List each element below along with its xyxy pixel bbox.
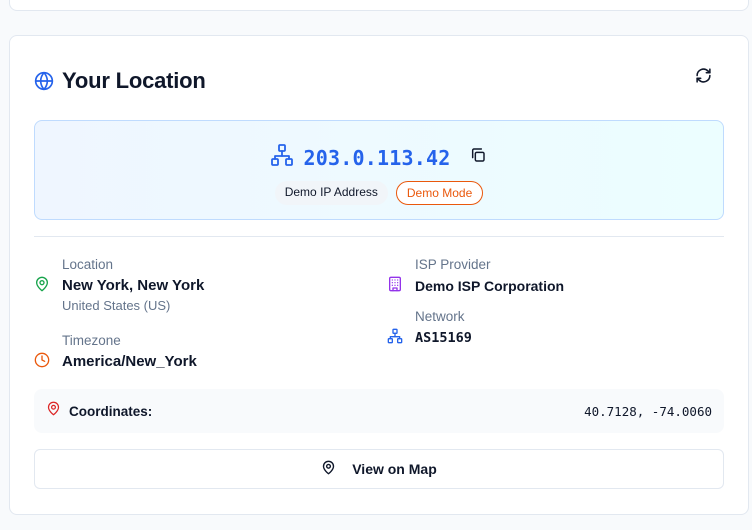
network-icon	[270, 143, 294, 172]
building-icon	[387, 276, 405, 294]
network-label: Network	[415, 309, 465, 324]
card-header: Your Location	[34, 67, 206, 95]
timezone-value: America/New_York	[62, 353, 197, 370]
location-label: Location	[62, 257, 114, 272]
network-value: AS15169	[415, 330, 472, 346]
demo-mode-badge: Demo Mode	[395, 181, 484, 205]
map-pin-icon	[321, 460, 336, 478]
network-info: Network AS15169	[387, 308, 472, 349]
coordinates-label: Coordinates:	[69, 403, 153, 419]
view-on-map-button[interactable]: View on Map	[34, 449, 724, 489]
copy-icon	[470, 147, 486, 168]
previous-card	[9, 0, 749, 11]
isp-info: ISP Provider Demo ISP Corporation	[387, 256, 564, 297]
ip-type-badge: Demo IP Address	[274, 181, 388, 205]
network-icon	[387, 328, 405, 346]
map-pin-icon	[46, 401, 61, 421]
globe-icon	[34, 71, 54, 91]
divider	[34, 236, 724, 237]
refresh-button[interactable]	[692, 67, 714, 89]
timezone-label: Timezone	[62, 333, 121, 348]
country-value: United States (US)	[62, 298, 171, 313]
ip-address: 203.0.113.42	[303, 145, 451, 170]
location-card: Your Location 203.0.113.42 Demo IP Addre…	[9, 35, 749, 515]
refresh-icon	[695, 67, 712, 89]
coordinates-value: 40.7128, -74.0060	[584, 403, 712, 419]
isp-label: ISP Provider	[415, 257, 491, 272]
view-on-map-label: View on Map	[352, 461, 437, 477]
map-pin-icon	[34, 276, 52, 294]
location-value: New York, New York	[62, 277, 205, 294]
ip-panel: 203.0.113.42 Demo IP Address Demo Mode	[34, 120, 724, 220]
coordinates-row: Coordinates: 40.7128, -74.0060	[34, 389, 724, 433]
clock-icon	[34, 352, 52, 370]
page-title: Your Location	[62, 68, 206, 93]
location-info: Location New York, New York United State…	[34, 256, 204, 315]
copy-button[interactable]	[468, 148, 488, 168]
timezone-info: Timezone America/New_York	[34, 332, 197, 373]
isp-value: Demo ISP Corporation	[415, 278, 565, 294]
